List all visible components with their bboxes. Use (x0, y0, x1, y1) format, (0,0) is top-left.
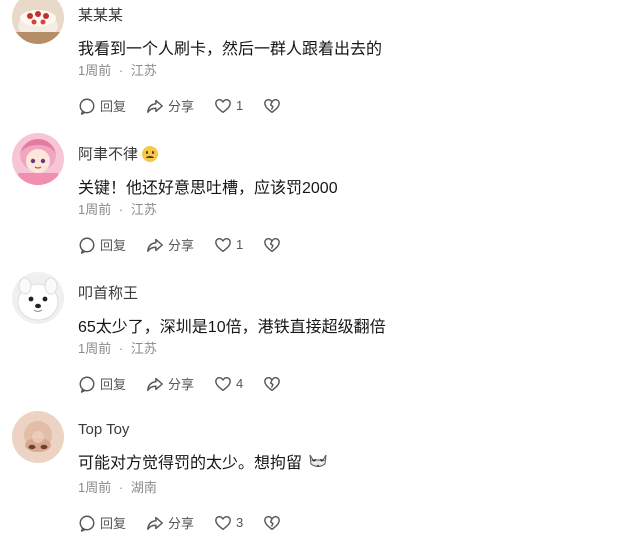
action-bar: 回复 分享 1 (78, 235, 301, 254)
share-arrow-icon (147, 99, 163, 113)
like-count: 4 (236, 376, 244, 391)
like-count: 3 (236, 515, 244, 530)
reply-button[interactable]: 回复 (78, 374, 126, 393)
comment-bubble-icon (79, 237, 95, 254)
timestamp: 1周前 (78, 202, 112, 217)
reply-button[interactable]: 回复 (78, 96, 126, 115)
location: 湖南 (130, 480, 157, 495)
avatar[interactable] (12, 0, 64, 44)
heart-icon (215, 237, 231, 252)
broken-heart-icon (264, 98, 281, 113)
comment-bubble-icon (79, 515, 95, 532)
comment-meta: 1周前 · 江苏 (78, 202, 157, 217)
dislike-button[interactable] (263, 514, 281, 532)
comment-item: 某某某 我看到一个人刷卡，然后一群人跟着出去的 1周前 · 江苏 回复 分享 1 (0, 0, 640, 139)
broken-heart-icon (264, 237, 281, 252)
username[interactable]: Top Toy (78, 421, 129, 438)
comment-text: 65太少了，深圳是10倍，港铁直接超级翻倍 (78, 319, 386, 336)
location: 江苏 (130, 63, 157, 78)
location: 江苏 (130, 341, 157, 356)
timestamp: 1周前 (78, 480, 112, 495)
location: 江苏 (130, 202, 157, 217)
dislike-button[interactable] (263, 97, 281, 115)
timestamp: 1周前 (78, 341, 112, 356)
broken-heart-icon (264, 515, 281, 530)
comment-text: 我看到一个人刷卡，然后一群人跟着出去的 (78, 41, 383, 58)
heart-icon (215, 98, 231, 113)
share-button[interactable]: 分享 (146, 374, 194, 393)
like-button[interactable]: 4 (214, 375, 243, 393)
username[interactable]: 阿聿不律 (78, 143, 159, 164)
avatar[interactable] (12, 272, 64, 324)
heart-icon (215, 376, 231, 391)
comment-item: Top Toy 可能对方觉得罚的太少。想拘留 1周前 · 湖南 回复 分享 3 (0, 411, 640, 556)
comment-text: 关键！他还好意思吐槽，应该罚2000 (78, 180, 338, 197)
action-bar: 回复 分享 3 (78, 513, 301, 532)
like-button[interactable]: 3 (214, 514, 243, 532)
share-arrow-icon (147, 516, 163, 530)
comment-bubble-icon (79, 376, 95, 393)
share-button[interactable]: 分享 (146, 513, 194, 532)
like-button[interactable]: 1 (214, 236, 243, 254)
comment-item: 叩首称王 65太少了，深圳是10倍，港铁直接超级翻倍 1周前 · 江苏 回复 分… (0, 272, 640, 417)
comment-meta: 1周前 · 湖南 (78, 480, 157, 495)
action-bar: 回复 分享 1 (78, 96, 301, 115)
username[interactable]: 叩首称王 (78, 282, 138, 303)
avatar[interactable] (12, 411, 64, 463)
dislike-button[interactable] (263, 236, 281, 254)
share-arrow-icon (147, 377, 163, 391)
comment-bubble-icon (79, 98, 95, 115)
dislike-button[interactable] (263, 375, 281, 393)
comment-meta: 1周前 · 江苏 (78, 63, 157, 78)
pleading-face-icon (142, 145, 159, 162)
share-button[interactable]: 分享 (146, 96, 194, 115)
timestamp: 1周前 (78, 63, 112, 78)
avatar[interactable] (12, 133, 64, 185)
reply-button[interactable]: 回复 (78, 235, 126, 254)
username[interactable]: 某某某 (78, 4, 123, 25)
share-arrow-icon (147, 238, 163, 252)
action-bar: 回复 分享 4 (78, 374, 301, 393)
like-count: 1 (236, 237, 244, 252)
cat-icon (309, 454, 327, 467)
broken-heart-icon (264, 376, 281, 391)
reply-button[interactable]: 回复 (78, 513, 126, 532)
share-button[interactable]: 分享 (146, 235, 194, 254)
like-count: 1 (236, 98, 244, 113)
heart-icon (215, 515, 231, 530)
comment-meta: 1周前 · 江苏 (78, 341, 157, 356)
comment-item: 阿聿不律 关键！他还好意思吐槽，应该罚2000 1周前 · 江苏 回复 分享 1 (0, 133, 640, 278)
like-button[interactable]: 1 (214, 97, 243, 115)
comment-text: 可能对方觉得罚的太少。想拘留 (78, 449, 328, 473)
